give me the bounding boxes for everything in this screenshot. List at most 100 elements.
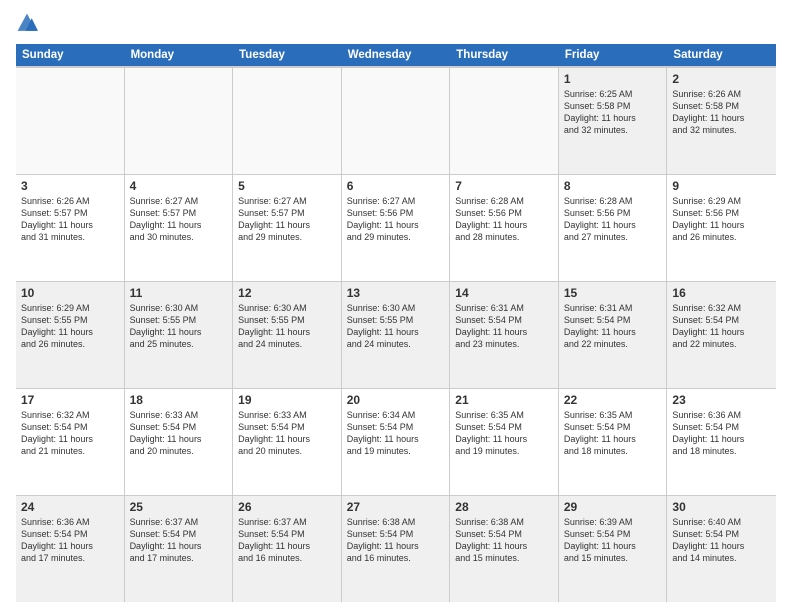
cell-info: Sunrise: 6:39 AMSunset: 5:54 PMDaylight:…: [564, 516, 662, 565]
cell-info: Sunrise: 6:30 AMSunset: 5:55 PMDaylight:…: [347, 302, 445, 351]
day-cell-12: 12 Sunrise: 6:30 AMSunset: 5:55 PMDayligh…: [233, 282, 342, 388]
cell-info: Sunrise: 6:35 AMSunset: 5:54 PMDaylight:…: [564, 409, 662, 458]
day-number: 13: [347, 286, 445, 300]
empty-cell: [450, 68, 559, 174]
day-cell-20: 20Sunrise: 6:34 AMSunset: 5:54 PMDayligh…: [342, 389, 451, 495]
day-cell-15: 15 Sunrise: 6:31 AMSunset: 5:54 PMDayligh…: [559, 282, 668, 388]
day-number: 1: [564, 72, 662, 86]
day-number: 10: [21, 286, 119, 300]
day-number: 27: [347, 500, 445, 514]
day-number: 14: [455, 286, 553, 300]
day-number: 2: [672, 72, 771, 86]
day-number: 20: [347, 393, 445, 407]
day-cell-2: 2 Sunrise: 6:26 AMSunset: 5:58 PMDaylight…: [667, 68, 776, 174]
cell-info: Sunrise: 6:28 AMSunset: 5:56 PMDaylight:…: [564, 195, 662, 244]
cell-info: Sunrise: 6:27 AMSunset: 5:57 PMDaylight:…: [238, 195, 336, 244]
day-number: 5: [238, 179, 336, 193]
cell-info: Sunrise: 6:37 AMSunset: 5:54 PMDaylight:…: [238, 516, 336, 565]
header-day-monday: Monday: [125, 44, 234, 66]
page: SundayMondayTuesdayWednesdayThursdayFrid…: [0, 0, 792, 612]
day-cell-30: 30 Sunrise: 6:40 AMSunset: 5:54 PMDayligh…: [667, 496, 776, 602]
header-day-saturday: Saturday: [667, 44, 776, 66]
logo-icon: [16, 12, 38, 34]
empty-cell: [16, 68, 125, 174]
day-cell-24: 24 Sunrise: 6:36 AMSunset: 5:54 PMDayligh…: [16, 496, 125, 602]
day-number: 3: [21, 179, 119, 193]
cell-info: Sunrise: 6:40 AMSunset: 5:54 PMDaylight:…: [672, 516, 771, 565]
day-number: 30: [672, 500, 771, 514]
day-number: 26: [238, 500, 336, 514]
day-number: 23: [672, 393, 771, 407]
cell-info: Sunrise: 6:32 AMSunset: 5:54 PMDaylight:…: [672, 302, 771, 351]
day-number: 29: [564, 500, 662, 514]
day-number: 16: [672, 286, 771, 300]
day-cell-4: 4 Sunrise: 6:27 AMSunset: 5:57 PMDaylight…: [125, 175, 234, 281]
cell-info: Sunrise: 6:30 AMSunset: 5:55 PMDaylight:…: [238, 302, 336, 351]
cell-info: Sunrise: 6:37 AMSunset: 5:54 PMDaylight:…: [130, 516, 228, 565]
cell-info: Sunrise: 6:35 AMSunset: 5:54 PMDaylight:…: [455, 409, 553, 458]
day-cell-10: 10Sunrise: 6:29 AMSunset: 5:55 PMDayligh…: [16, 282, 125, 388]
cell-info: Sunrise: 6:28 AMSunset: 5:56 PMDaylight:…: [455, 195, 553, 244]
calendar: SundayMondayTuesdayWednesdayThursdayFrid…: [16, 44, 776, 602]
day-number: 28: [455, 500, 553, 514]
day-cell-28: 28Sunrise: 6:38 AMSunset: 5:54 PMDayligh…: [450, 496, 559, 602]
cell-info: Sunrise: 6:27 AMSunset: 5:57 PMDaylight:…: [130, 195, 228, 244]
cell-info: Sunrise: 6:25 AMSunset: 5:58 PMDaylight:…: [564, 88, 662, 137]
cell-info: Sunrise: 6:30 AMSunset: 5:55 PMDaylight:…: [130, 302, 228, 351]
calendar-row-0: 1 Sunrise: 6:25 AMSunset: 5:58 PMDaylight…: [16, 68, 776, 175]
day-cell-3: 3 Sunrise: 6:26 AMSunset: 5:57 PMDaylight…: [16, 175, 125, 281]
day-number: 8: [564, 179, 662, 193]
cell-info: Sunrise: 6:29 AMSunset: 5:56 PMDaylight:…: [672, 195, 771, 244]
day-number: 15: [564, 286, 662, 300]
header: [16, 12, 776, 36]
cell-info: Sunrise: 6:26 AMSunset: 5:58 PMDaylight:…: [672, 88, 771, 137]
header-day-friday: Friday: [559, 44, 668, 66]
day-cell-29: 29 Sunrise: 6:39 AMSunset: 5:54 PMDayligh…: [559, 496, 668, 602]
cell-info: Sunrise: 6:31 AMSunset: 5:54 PMDaylight:…: [455, 302, 553, 351]
day-number: 24: [21, 500, 119, 514]
calendar-body: 1 Sunrise: 6:25 AMSunset: 5:58 PMDaylight…: [16, 66, 776, 602]
day-cell-8: 8 Sunrise: 6:28 AMSunset: 5:56 PMDaylight…: [559, 175, 668, 281]
day-cell-1: 1 Sunrise: 6:25 AMSunset: 5:58 PMDaylight…: [559, 68, 668, 174]
cell-info: Sunrise: 6:33 AMSunset: 5:54 PMDaylight:…: [130, 409, 228, 458]
cell-info: Sunrise: 6:31 AMSunset: 5:54 PMDaylight:…: [564, 302, 662, 351]
day-cell-17: 17 Sunrise: 6:32 AMSunset: 5:54 PMDayligh…: [16, 389, 125, 495]
day-number: 11: [130, 286, 228, 300]
empty-cell: [342, 68, 451, 174]
cell-info: Sunrise: 6:32 AMSunset: 5:54 PMDaylight:…: [21, 409, 119, 458]
cell-info: Sunrise: 6:26 AMSunset: 5:57 PMDaylight:…: [21, 195, 119, 244]
header-day-wednesday: Wednesday: [342, 44, 451, 66]
day-number: 18: [130, 393, 228, 407]
day-number: 21: [455, 393, 553, 407]
header-day-thursday: Thursday: [450, 44, 559, 66]
header-day-sunday: Sunday: [16, 44, 125, 66]
day-number: 17: [21, 393, 119, 407]
cell-info: Sunrise: 6:36 AMSunset: 5:54 PMDaylight:…: [672, 409, 771, 458]
calendar-row-1: 3 Sunrise: 6:26 AMSunset: 5:57 PMDaylight…: [16, 175, 776, 282]
day-cell-13: 13 Sunrise: 6:30 AMSunset: 5:55 PMDayligh…: [342, 282, 451, 388]
day-number: 6: [347, 179, 445, 193]
day-cell-16: 16 Sunrise: 6:32 AMSunset: 5:54 PMDayligh…: [667, 282, 776, 388]
day-number: 12: [238, 286, 336, 300]
day-cell-18: 18 Sunrise: 6:33 AMSunset: 5:54 PMDayligh…: [125, 389, 234, 495]
day-cell-9: 9 Sunrise: 6:29 AMSunset: 5:56 PMDaylight…: [667, 175, 776, 281]
day-number: 9: [672, 179, 771, 193]
empty-cell: [233, 68, 342, 174]
day-cell-11: 11 Sunrise: 6:30 AMSunset: 5:55 PMDayligh…: [125, 282, 234, 388]
calendar-row-4: 24 Sunrise: 6:36 AMSunset: 5:54 PMDayligh…: [16, 496, 776, 602]
logo: [16, 12, 42, 36]
empty-cell: [125, 68, 234, 174]
day-number: 4: [130, 179, 228, 193]
day-number: 22: [564, 393, 662, 407]
calendar-row-2: 10Sunrise: 6:29 AMSunset: 5:55 PMDayligh…: [16, 282, 776, 389]
day-cell-23: 23 Sunrise: 6:36 AMSunset: 5:54 PMDayligh…: [667, 389, 776, 495]
day-cell-14: 14 Sunrise: 6:31 AMSunset: 5:54 PMDayligh…: [450, 282, 559, 388]
day-cell-26: 26 Sunrise: 6:37 AMSunset: 5:54 PMDayligh…: [233, 496, 342, 602]
calendar-header: SundayMondayTuesdayWednesdayThursdayFrid…: [16, 44, 776, 66]
day-cell-7: 7Sunrise: 6:28 AMSunset: 5:56 PMDaylight…: [450, 175, 559, 281]
cell-info: Sunrise: 6:36 AMSunset: 5:54 PMDaylight:…: [21, 516, 119, 565]
day-number: 19: [238, 393, 336, 407]
day-cell-27: 27 Sunrise: 6:38 AMSunset: 5:54 PMDayligh…: [342, 496, 451, 602]
cell-info: Sunrise: 6:38 AMSunset: 5:54 PMDaylight:…: [347, 516, 445, 565]
day-cell-6: 6Sunrise: 6:27 AMSunset: 5:56 PMDaylight…: [342, 175, 451, 281]
